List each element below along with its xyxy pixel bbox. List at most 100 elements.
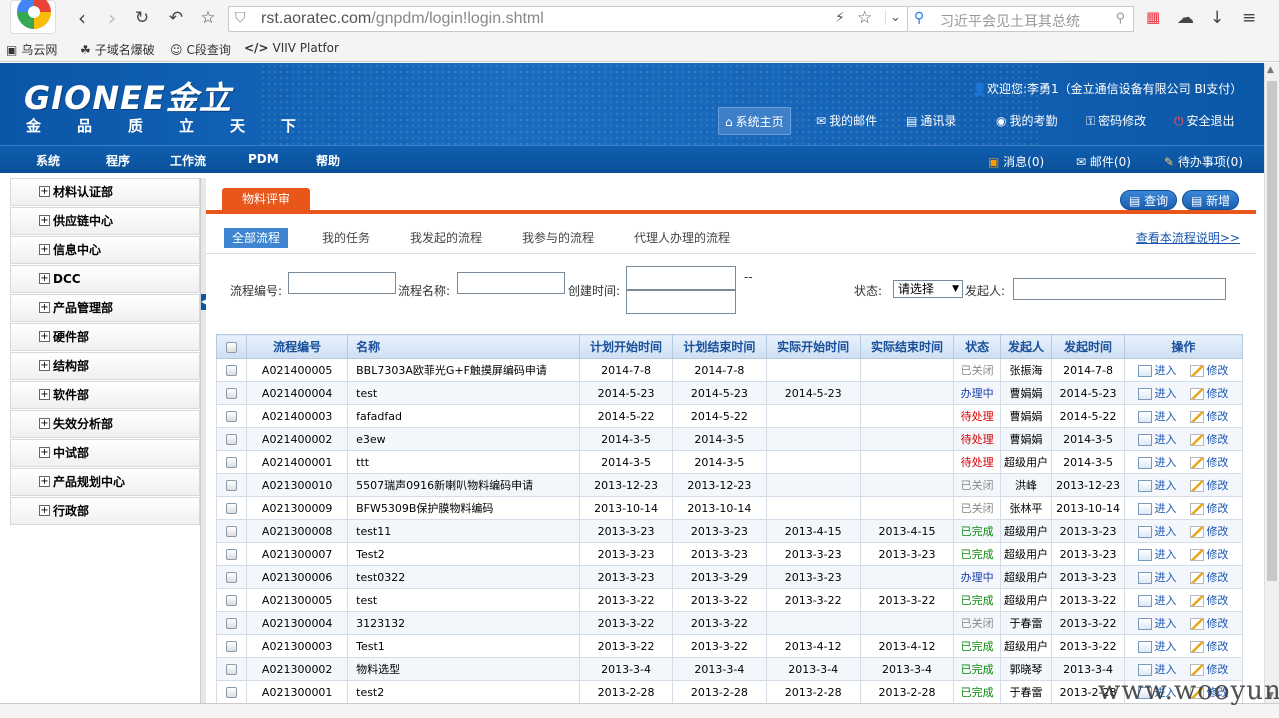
row-checkbox[interactable] — [226, 457, 238, 468]
lightning-icon[interactable]: ⚡ — [835, 10, 845, 26]
tab-material-review[interactable]: 物料评审 — [222, 188, 310, 210]
table-row[interactable]: A021300008 test11 2013-3-23 2013-3-23 2013-4… — [215, 519, 1244, 543]
edit-action[interactable]: 修改 — [1190, 456, 1228, 469]
initiator-input[interactable] — [1013, 278, 1226, 300]
enter-action[interactable]: 进入 — [1138, 617, 1176, 630]
header-name[interactable]: 名称 — [347, 334, 581, 359]
menu-system[interactable]: 系统 — [36, 152, 60, 169]
header-status[interactable]: 状态 — [953, 334, 1001, 359]
menu-icon[interactable]: ≡ — [1242, 8, 1256, 28]
row-select[interactable] — [215, 519, 248, 543]
enter-action[interactable]: 进入 — [1138, 410, 1176, 423]
table-row[interactable]: A021400004 test 2014-5-23 2014-5-23 2014-5-2… — [215, 381, 1244, 405]
sidebar-item-failure-analysis[interactable]: + 失效分析部 — [10, 410, 200, 438]
add-button[interactable]: ▤ 新增 — [1182, 190, 1240, 210]
table-row[interactable]: A021300004 3123132 2013-3-22 2013-3-22 已关闭 于春… — [215, 611, 1244, 635]
subtab-proxy[interactable]: 代理人办理的流程 — [626, 228, 738, 248]
sidebar-item-hardware[interactable]: + 硬件部 — [10, 323, 200, 351]
forward-icon[interactable]: › — [100, 7, 124, 29]
edit-action[interactable]: 修改 — [1190, 548, 1228, 561]
sidebar-item-software[interactable]: + 软件部 — [10, 381, 200, 409]
menu-messages[interactable]: ▣ 消息(0) — [988, 153, 1044, 170]
row-checkbox[interactable] — [226, 572, 238, 583]
name-input[interactable] — [457, 272, 565, 294]
created-to-input[interactable] — [626, 290, 736, 314]
table-row[interactable]: A021300001 test2 2013-2-28 2013-2-28 2013-2-… — [215, 680, 1244, 704]
subtab-all[interactable]: 全部流程 — [224, 228, 289, 248]
process-help-link[interactable]: 查看本流程说明>> — [1136, 228, 1240, 248]
sidebar-item-admin[interactable]: + 行政部 — [10, 497, 200, 525]
edit-action[interactable]: 修改 — [1190, 571, 1228, 584]
enter-action[interactable]: 进入 — [1138, 502, 1176, 515]
edit-action[interactable]: 修改 — [1190, 479, 1228, 492]
sidebar-item-info-center[interactable]: + 信息中心 — [10, 236, 200, 264]
row-checkbox[interactable] — [226, 687, 238, 698]
subtab-initiated[interactable]: 我发起的流程 — [402, 228, 490, 248]
sidebar-item-material-cert[interactable]: + 材料认证部 — [10, 178, 200, 206]
menu-workflow[interactable]: 工作流 — [170, 152, 206, 169]
undo-icon[interactable]: ↶ — [164, 7, 188, 29]
bookmark-wooyun[interactable]: ▣ 乌云网 — [6, 41, 57, 58]
scroll-thumb[interactable] — [1267, 81, 1277, 581]
header-plan-start[interactable]: 计划开始时间 — [579, 334, 673, 359]
header-plan-end[interactable]: 计划结束时间 — [671, 334, 767, 359]
row-checkbox[interactable] — [226, 641, 238, 652]
bookmark-star-icon[interactable]: ☆ — [196, 7, 220, 29]
row-select[interactable] — [215, 450, 248, 474]
created-from-input[interactable] — [626, 266, 736, 290]
bookmark-subdomain[interactable]: ☘ 子域名爆破 — [80, 41, 155, 58]
enter-action[interactable]: 进入 — [1138, 456, 1176, 469]
nav-attendance[interactable]: ◉ 我的考勤 — [990, 107, 1064, 135]
row-checkbox[interactable] — [226, 664, 238, 675]
row-checkbox[interactable] — [226, 503, 238, 514]
enter-action[interactable]: 进入 — [1138, 364, 1176, 377]
query-button[interactable]: ▤ 查询 — [1120, 190, 1178, 210]
row-select[interactable] — [215, 358, 248, 382]
table-row[interactable]: A021400001 ttt 2014-3-5 2014-3-5 待处理 超级用户 2014… — [215, 450, 1244, 474]
edit-action[interactable]: 修改 — [1190, 433, 1228, 446]
dropdown-icon[interactable]: ⌄ — [885, 10, 901, 25]
menu-pdm[interactable]: PDM — [248, 152, 279, 166]
sidebar-item-supply-chain[interactable]: + 供应链中心 — [10, 207, 200, 235]
enter-action[interactable]: 进入 — [1138, 548, 1176, 561]
row-checkbox[interactable] — [226, 526, 238, 537]
edit-action[interactable]: 修改 — [1190, 594, 1228, 607]
row-select[interactable] — [215, 473, 248, 497]
address-bar[interactable]: ⛉ rst.aoratec.com/gnpdm/login!login.shtm… — [228, 6, 908, 32]
sidebar-item-dcc[interactable]: + DCC — [10, 265, 200, 293]
edit-action[interactable]: 修改 — [1190, 640, 1228, 653]
nav-address-book[interactable]: ▤ 通讯录 — [900, 107, 962, 135]
row-checkbox[interactable] — [226, 365, 238, 376]
cloud-icon[interactable]: ☁ — [1177, 8, 1194, 28]
nav-my-mail[interactable]: ✉ 我的邮件 — [810, 107, 883, 135]
table-row[interactable]: A021400003 fafadfad 2014-5-22 2014-5-22 待处理曹… — [215, 404, 1244, 428]
favorite-star-icon[interactable]: ☆ — [857, 8, 872, 28]
nav-change-password[interactable]: ⚿ 密码修改 — [1080, 107, 1152, 135]
enter-action[interactable]: 进入 — [1138, 663, 1176, 676]
nav-home[interactable]: ⌂ 系统主页 — [718, 107, 791, 135]
enter-action[interactable]: 进入 — [1138, 571, 1176, 584]
header-initiator[interactable]: 发起人 — [999, 334, 1053, 359]
subtab-my-tasks[interactable]: 我的任务 — [314, 228, 378, 248]
row-select[interactable] — [215, 404, 248, 428]
download-icon[interactable]: ↓ — [1210, 8, 1224, 28]
edit-action[interactable]: 修改 — [1190, 617, 1228, 630]
row-select[interactable] — [215, 427, 248, 451]
sidebar-item-product-planning[interactable]: + 产品规划中心 — [10, 468, 200, 496]
row-select[interactable] — [215, 634, 248, 658]
menu-program[interactable]: 程序 — [106, 152, 130, 169]
row-select[interactable] — [215, 565, 248, 589]
table-row[interactable]: A021300007 Test2 2013-3-23 2013-3-23 2013-3-… — [215, 542, 1244, 566]
row-checkbox[interactable] — [226, 434, 238, 445]
row-select[interactable] — [215, 657, 248, 681]
header-actual-end[interactable]: 实际结束时间 — [859, 334, 955, 359]
table-row[interactable]: A021300005 test 2013-3-22 2013-3-22 2013-3-2… — [215, 588, 1244, 612]
browser-search-input[interactable]: ⚲ 习近平会见土耳其总统 ⚲ — [908, 6, 1134, 32]
row-checkbox[interactable] — [226, 549, 238, 560]
table-row[interactable]: A021300002 物料选型 2013-3-4 2013-3-4 2013-3-4 20… — [215, 657, 1244, 681]
sidebar-item-structure[interactable]: + 结构部 — [10, 352, 200, 380]
enter-action[interactable]: 进入 — [1138, 479, 1176, 492]
row-checkbox[interactable] — [226, 411, 238, 422]
bookmark-viiv[interactable]: </> VIIV Platfor — [244, 41, 339, 55]
enter-action[interactable]: 进入 — [1138, 594, 1176, 607]
